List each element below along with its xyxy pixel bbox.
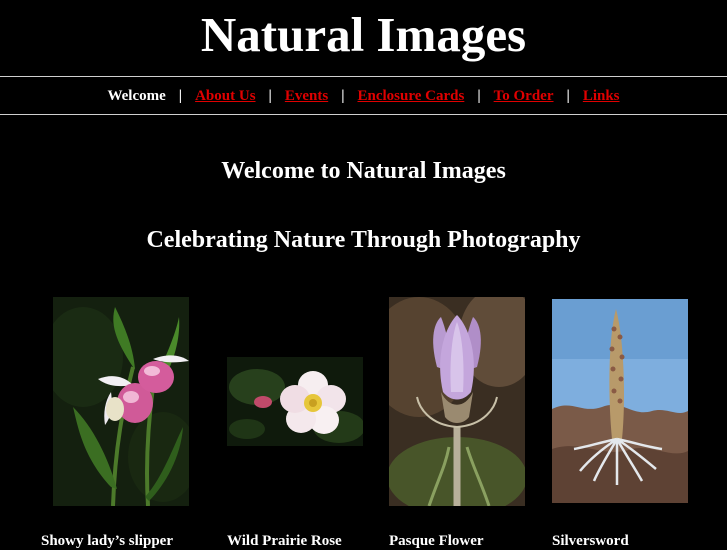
caption-silversword: Silversword xyxy=(552,533,629,549)
nav-separator: | xyxy=(268,88,272,104)
pasque-flower-photo[interactable] xyxy=(389,297,525,506)
site-title: Natural Images xyxy=(200,7,527,62)
nav-separator: | xyxy=(566,88,570,104)
nav-link-events[interactable]: Events xyxy=(285,86,328,106)
nav-item-welcome: Welcome xyxy=(107,88,166,104)
main-nav: Welcome | About Us | Events | Enclosure Cards |… xyxy=(0,86,727,106)
nav-separator: | xyxy=(341,88,345,104)
wild-prairie-rose-photo[interactable] xyxy=(227,357,363,446)
caption-lady-slipper: Showy lady’s slipper xyxy=(41,533,173,549)
silversword-photo[interactable] xyxy=(552,299,688,503)
lady-slipper-orchid-photo[interactable] xyxy=(53,297,189,506)
nav-link-enclosure-cards[interactable]: Enclosure Cards xyxy=(358,86,465,106)
tagline-heading: Celebrating Nature Through Photography xyxy=(146,227,581,253)
nav-link-to-order[interactable]: To Order xyxy=(494,86,554,106)
nav-link-links[interactable]: Links xyxy=(583,86,620,106)
nav-separator: | xyxy=(477,88,481,104)
caption-wild-prairie-rose: Wild Prairie Rose xyxy=(227,533,342,549)
header-divider xyxy=(0,76,727,77)
nav-separator: | xyxy=(178,88,183,104)
nav-divider xyxy=(0,114,727,115)
nav-link-about-us[interactable]: About Us xyxy=(195,86,255,106)
caption-pasque-flower: Pasque Flower xyxy=(389,533,484,549)
welcome-heading: Welcome to Natural Images xyxy=(221,158,506,184)
